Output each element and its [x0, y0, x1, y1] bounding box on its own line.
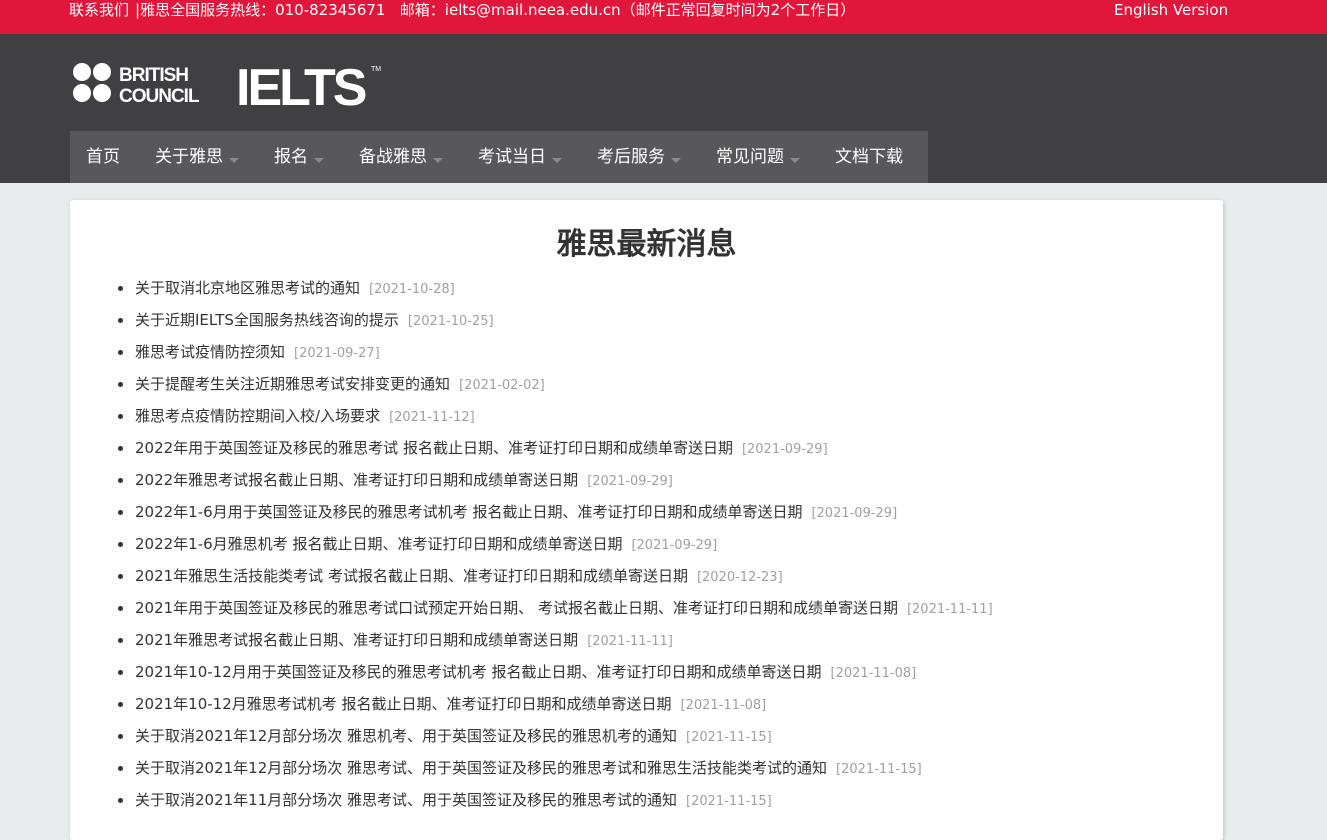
nav-label: 考试当日 [478, 147, 546, 167]
news-link[interactable]: 2022年雅思考试报名截止日期、准考证打印日期和成绩单寄送日期 [135, 471, 578, 489]
news-item: 2021年雅思生活技能类考试 考试报名截止日期、准考证打印日期和成绩单寄送日期 [… [118, 560, 1215, 592]
news-date: [2021-09-27] [294, 346, 380, 361]
news-date: [2021-11-15] [686, 794, 772, 809]
news-item: 2022年1-6月用于英国签证及移民的雅思考试机考 报名截止日期、准考证打印日期… [118, 496, 1215, 528]
news-date: [2021-11-11] [906, 602, 993, 617]
news-link[interactable]: 2022年用于英国签证及移民的雅思考试 报名截止日期、准考证打印日期和成绩单寄送… [135, 439, 733, 457]
nav-downloads[interactable]: 文档下载 [835, 131, 903, 183]
news-link[interactable]: 2022年1-6月用于英国签证及移民的雅思考试机考 报名截止日期、准考证打印日期… [135, 503, 802, 521]
news-link[interactable]: 2021年10-12月用于英国签证及移民的雅思考试机考 报名截止日期、准考证打印… [135, 663, 822, 681]
chevron-down-icon [433, 157, 443, 163]
ielts-logo[interactable]: IELTS TM [236, 59, 386, 117]
news-link[interactable]: 2021年雅思考试报名截止日期、准考证打印日期和成绩单寄送日期 [135, 631, 578, 649]
news-date: [2021-11-08] [830, 666, 917, 681]
contact-info: 联系我们 |雅思全国服务热线：010-82345671 邮箱：ielts@mail… [69, 0, 855, 20]
nav-test-day[interactable]: 考试当日 [478, 131, 562, 183]
news-date: [2021-09-29] [741, 442, 828, 457]
news-date: [2021-09-29] [587, 474, 673, 489]
british-council-logo[interactable]: BRITISH COUNCIL [72, 62, 217, 110]
news-date: [2021-11-11] [587, 634, 673, 649]
news-link[interactable]: 2021年10-12月雅思考试机考 报名截止日期、准考证打印日期和成绩单寄送日期 [135, 695, 672, 713]
ielts-logo-mark: IELTS TM [236, 59, 381, 117]
chevron-down-icon [671, 157, 681, 163]
main-nav: 首页 关于雅思 报名 备战雅思 考试当日 考后服务 常见问题 文档下载 [70, 131, 928, 183]
nav-label: 关于雅思 [155, 147, 223, 167]
news-link[interactable]: 关于取消2021年12月部分场次 雅思机考、用于英国签证及移民的雅思机考的通知 [135, 727, 677, 745]
nav-faq[interactable]: 常见问题 [716, 131, 800, 183]
top-info-bar: 联系我们 |雅思全国服务热线：010-82345671 邮箱：ielts@mail… [0, 0, 1327, 34]
news-item: 2022年用于英国签证及移民的雅思考试 报名截止日期、准考证打印日期和成绩单寄送… [118, 432, 1215, 464]
nav-label: 文档下载 [835, 147, 903, 167]
news-date: [2021-11-15] [836, 762, 922, 777]
logo-line1: BRITISH [119, 65, 188, 86]
nav-label: 备战雅思 [359, 147, 427, 167]
news-link[interactable]: 关于取消北京地区雅思考试的通知 [135, 279, 360, 297]
news-item: 2021年10-12月用于英国签证及移民的雅思考试机考 报名截止日期、准考证打印… [118, 656, 1215, 688]
email-text: 邮箱：ielts@mail.neea.edu.cn（邮件正常回复时间为2个工作日… [399, 1, 856, 19]
chevron-down-icon [314, 157, 324, 163]
trademark-mark: TM [371, 66, 381, 73]
news-list: 关于取消北京地区雅思考试的通知 [2021-10-28] 关于近期IELTS全国服务… [70, 272, 1215, 816]
news-item: 关于取消2021年11月部分场次 雅思考试、用于英国签证及移民的雅思考试的通知 [… [118, 784, 1215, 816]
chevron-down-icon [552, 157, 562, 163]
nav-label: 报名 [274, 147, 308, 167]
news-link[interactable]: 雅思考试疫情防控须知 [135, 343, 285, 361]
news-date: [2021-10-28] [369, 282, 455, 297]
news-link[interactable]: 关于近期IELTS全国服务热线咨询的提示 [135, 311, 399, 329]
news-link[interactable]: 2022年1-6月雅思机考 报名截止日期、准考证打印日期和成绩单寄送日期 [135, 535, 622, 553]
news-item: 关于取消2021年12月部分场次 雅思机考、用于英国签证及移民的雅思机考的通知 [… [118, 720, 1215, 752]
hotline-text: 雅思全国服务热线：010-82345671 [140, 1, 386, 19]
news-item: 关于取消2021年12月部分场次 雅思考试、用于英国签证及移民的雅思考试和雅思生… [118, 752, 1215, 784]
ielts-wordmark: IELTS [236, 61, 366, 109]
news-item: 关于提醒考生关注近期雅思考试安排变更的通知 [2021-02-02] [118, 368, 1215, 400]
nav-home[interactable]: 首页 [70, 131, 120, 183]
news-item: 雅思考试疫情防控须知 [2021-09-27] [118, 336, 1215, 368]
page-title: 雅思最新消息 [556, 227, 737, 262]
nav-prepare[interactable]: 备战雅思 [359, 131, 443, 183]
news-date: [2021-10-25] [407, 314, 494, 329]
news-date: [2020-12-23] [696, 570, 783, 585]
news-item: 2021年用于英国签证及移民的雅思考试口试预定开始日期、 考试报名截止日期、准考… [118, 592, 1215, 624]
nav-label: 考后服务 [597, 147, 665, 167]
news-link[interactable]: 关于取消2021年11月部分场次 雅思考试、用于英国签证及移民的雅思考试的通知 [135, 791, 677, 809]
news-date: [2021-11-12] [389, 410, 475, 425]
nav-after-test[interactable]: 考后服务 [597, 131, 681, 183]
news-link[interactable]: 2021年雅思生活技能类考试 考试报名截止日期、准考证打印日期和成绩单寄送日期 [135, 567, 688, 585]
news-item: 2022年雅思考试报名截止日期、准考证打印日期和成绩单寄送日期 [2021-09-… [118, 464, 1215, 496]
site-header: BRITISH COUNCIL IELTS TM 首页 关于雅思 报名 备战雅思… [0, 34, 1327, 183]
english-version-link[interactable]: English Version [1114, 0, 1228, 20]
news-date: [2021-09-29] [811, 506, 898, 521]
nav-label: 首页 [86, 147, 120, 167]
news-panel: 雅思最新消息 关于取消北京地区雅思考试的通知 [2021-10-28] 关于近期IE… [70, 200, 1223, 840]
news-item: 2021年10-12月雅思考试机考 报名截止日期、准考证打印日期和成绩单寄送日期… [118, 688, 1215, 720]
chevron-down-icon [229, 157, 239, 163]
news-link[interactable]: 2021年用于英国签证及移民的雅思考试口试预定开始日期、 考试报名截止日期、准考… [135, 599, 898, 617]
news-link[interactable]: 关于取消2021年12月部分场次 雅思考试、用于英国签证及移民的雅思考试和雅思生… [135, 759, 827, 777]
news-item: 关于近期IELTS全国服务热线咨询的提示 [2021-10-25] [118, 304, 1215, 336]
british-council-logo-mark: BRITISH COUNCIL [73, 63, 201, 107]
news-item: 2022年1-6月雅思机考 报名截止日期、准考证打印日期和成绩单寄送日期 [202… [118, 528, 1215, 560]
news-item: 关于取消北京地区雅思考试的通知 [2021-10-28] [118, 272, 1215, 304]
chevron-down-icon [790, 157, 800, 163]
news-item: 雅思考点疫情防控期间入校/入场要求 [2021-11-12] [118, 400, 1215, 432]
news-date: [2021-02-02] [459, 378, 545, 393]
news-date: [2021-11-15] [686, 730, 772, 745]
news-link[interactable]: 关于提醒考生关注近期雅思考试安排变更的通知 [135, 375, 450, 393]
nav-label: 常见问题 [716, 147, 784, 167]
nav-about-ielts[interactable]: 关于雅思 [155, 131, 239, 183]
contact-us-link[interactable]: 联系我们 [69, 1, 129, 19]
logo-line2: COUNCIL [119, 86, 200, 106]
news-date: [2021-09-29] [631, 538, 718, 553]
news-date: [2021-11-08] [680, 698, 767, 713]
nav-register[interactable]: 报名 [274, 131, 324, 183]
news-item: 2021年雅思考试报名截止日期、准考证打印日期和成绩单寄送日期 [2021-11-… [118, 624, 1215, 656]
news-link[interactable]: 雅思考点疫情防控期间入校/入场要求 [135, 407, 380, 425]
